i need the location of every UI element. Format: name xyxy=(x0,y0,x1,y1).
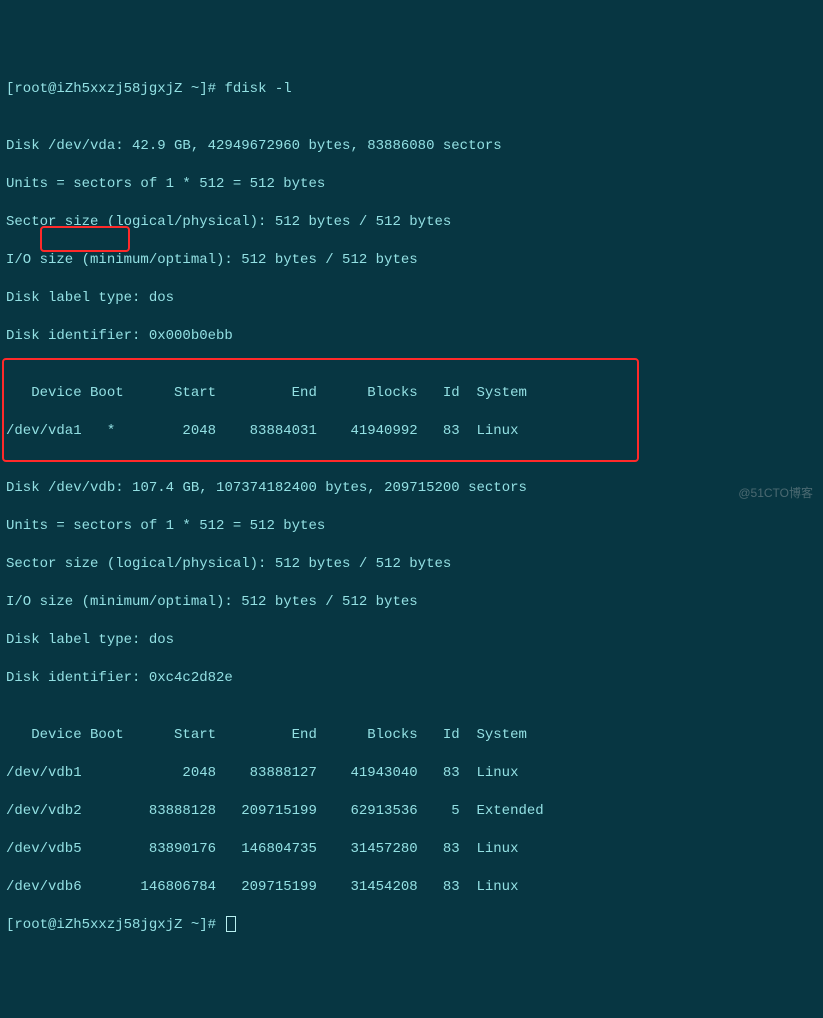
prompt-line-1[interactable]: [root@iZh5xxzj58jgxjZ ~]# fdisk -l xyxy=(6,80,817,99)
vdb-partition-row-4: /dev/vdb6 146806784 209715199 31454208 8… xyxy=(6,878,817,897)
vdb-disk-header: Disk /dev/vdb: 107.4 GB, 107374182400 by… xyxy=(6,479,817,498)
prompt-line-2[interactable]: [root@iZh5xxzj58jgxjZ ~]# xyxy=(6,916,817,935)
cursor-icon xyxy=(226,916,236,932)
vdb-partition-row-1: /dev/vdb1 2048 83888127 41943040 83 Linu… xyxy=(6,764,817,783)
vda-partition-row: /dev/vda1 * 2048 83884031 41940992 83 Li… xyxy=(6,422,817,441)
vdb-partition-row-2: /dev/vdb2 83888128 209715199 62913536 5 … xyxy=(6,802,817,821)
vdb-identifier: Disk identifier: 0xc4c2d82e xyxy=(6,669,817,688)
vda-label-type: Disk label type: dos xyxy=(6,289,817,308)
command-text: fdisk -l xyxy=(224,81,291,97)
prompt-close: ]# xyxy=(199,81,224,97)
prompt-cwd: ~ xyxy=(182,917,199,933)
prompt-open: [ xyxy=(6,917,14,933)
vdb-table-header: Device Boot Start End Blocks Id System xyxy=(6,726,817,745)
vdb-partition-row-3: /dev/vdb5 83890176 146804735 31457280 83… xyxy=(6,840,817,859)
vdb-label-type: Disk label type: dos xyxy=(6,631,817,650)
vda-table-header: Device Boot Start End Blocks Id System xyxy=(6,384,817,403)
highlight-vdb-partitions xyxy=(2,358,639,462)
vdb-device-path: /dev/vdb: xyxy=(48,480,124,496)
vdb-io-size: I/O size (minimum/optimal): 512 bytes / … xyxy=(6,593,817,612)
prompt-user-host: root@iZh5xxzj58jgxjZ xyxy=(14,917,182,933)
vda-sector-size: Sector size (logical/physical): 512 byte… xyxy=(6,213,817,232)
vda-units: Units = sectors of 1 * 512 = 512 bytes xyxy=(6,175,817,194)
prompt-cwd: ~ xyxy=(182,81,199,97)
vdb-sector-size: Sector size (logical/physical): 512 byte… xyxy=(6,555,817,574)
vda-io-size: I/O size (minimum/optimal): 512 bytes / … xyxy=(6,251,817,270)
vdb-units: Units = sectors of 1 * 512 = 512 bytes xyxy=(6,517,817,536)
vdb-header-post: 107.4 GB, 107374182400 bytes, 209715200 … xyxy=(124,480,527,496)
vdb-header-pre: Disk xyxy=(6,480,48,496)
vda-disk-header: Disk /dev/vda: 42.9 GB, 42949672960 byte… xyxy=(6,137,817,156)
prompt-close: ]# xyxy=(199,917,224,933)
vda-identifier: Disk identifier: 0x000b0ebb xyxy=(6,327,817,346)
prompt-user-host: root@iZh5xxzj58jgxjZ xyxy=(14,81,182,97)
